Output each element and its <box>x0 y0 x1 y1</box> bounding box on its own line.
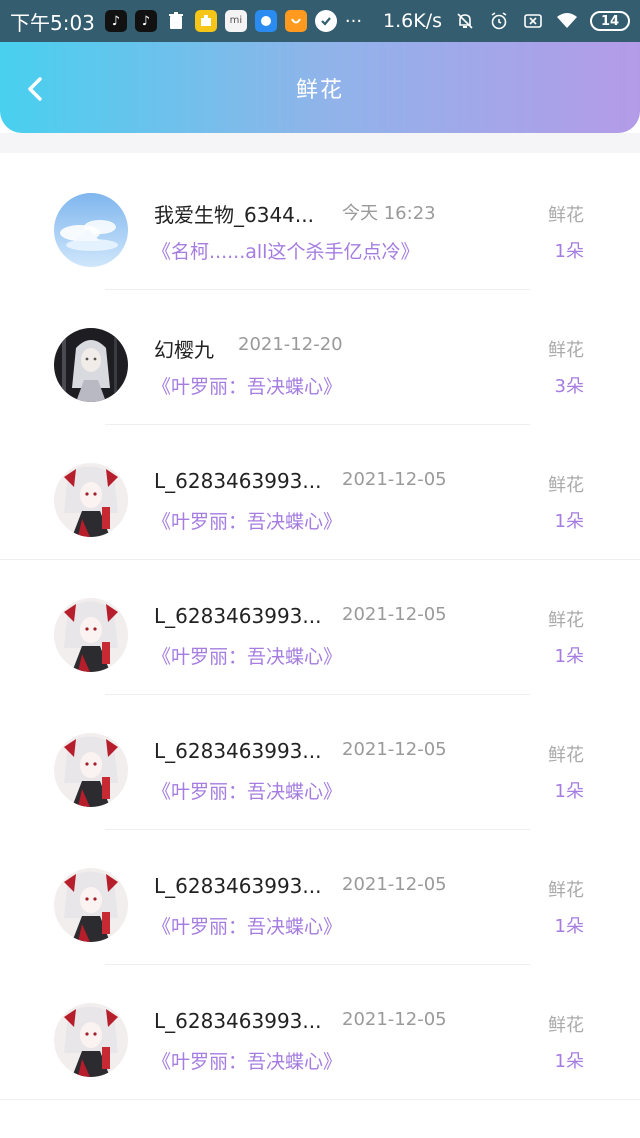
record-date: 2021-12-20 <box>238 334 343 355</box>
mi-app-icon: mi <box>224 10 247 32</box>
record-date: 2021-12-05 <box>342 874 447 895</box>
avatar[interactable] <box>54 463 128 537</box>
alarm-icon <box>488 10 510 32</box>
avatar[interactable] <box>54 733 128 807</box>
avatar[interactable] <box>54 328 128 402</box>
gift-count: 1朵 <box>554 241 584 262</box>
screen: 下午5:03 ♪ ♪ mi ··· 1.6K/s 14 鲜花 我爱生物_6344… <box>0 0 640 1138</box>
tiktok-icon: ♪ <box>134 10 157 32</box>
book-title-link[interactable]: 《叶罗丽：吾决蝶心》 <box>152 1047 342 1074</box>
avatar[interactable] <box>54 598 128 672</box>
gift-count: 1朵 <box>554 781 584 802</box>
user-name[interactable]: L_6283463993... <box>154 604 321 628</box>
net-speed: 1.6K/s <box>383 10 442 32</box>
book-title-link[interactable]: 《叶罗丽：吾决蝶心》 <box>152 507 342 534</box>
mute-bell-icon <box>454 10 476 32</box>
battery-level: 14 <box>600 13 620 29</box>
book-title-link[interactable]: 《叶罗丽：吾决蝶心》 <box>152 642 342 669</box>
gift-count: 3朵 <box>554 376 584 397</box>
list-item[interactable]: 我爱生物_6344... 今天 16:23 《名柯......all这个杀手亿点冷》… <box>0 155 640 290</box>
status-bar: 下午5:03 ♪ ♪ mi ··· 1.6K/s 14 <box>0 0 640 42</box>
wifi-icon <box>556 10 578 32</box>
battery-indicator: 14 <box>590 11 630 31</box>
orange-app-icon <box>284 10 307 32</box>
chevron-left-icon <box>28 77 42 101</box>
nav-bar: 鲜花 <box>0 42 640 133</box>
gift-count: 1朵 <box>554 511 584 532</box>
user-name[interactable]: L_6283463993... <box>154 1009 321 1033</box>
book-title-link[interactable]: 《叶罗丽：吾决蝶心》 <box>152 777 342 804</box>
tiktok-icon: ♪ <box>104 10 127 32</box>
blue-app-icon <box>254 10 277 32</box>
gift-type-label: 鲜花 <box>548 475 584 496</box>
user-name[interactable]: L_6283463993... <box>154 739 321 763</box>
record-date: 2021-12-05 <box>342 1009 447 1030</box>
gift-type-label: 鲜花 <box>548 610 584 631</box>
record-date: 今天 16:23 <box>342 203 436 224</box>
user-name[interactable]: 幻樱九 <box>154 334 214 363</box>
user-name[interactable]: 我爱生物_6344... <box>154 199 314 228</box>
book-title-link[interactable]: 《叶罗丽：吾决蝶心》 <box>152 372 342 399</box>
list-item[interactable]: L_6283463993... 2021-12-05 《叶罗丽：吾决蝶心》 鲜花 1朵 <box>0 425 640 560</box>
no-sim-icon <box>522 10 544 32</box>
record-date: 2021-12-05 <box>342 604 447 625</box>
gift-type-label: 鲜花 <box>548 745 584 766</box>
avatar[interactable] <box>54 868 128 942</box>
list-item[interactable]: 幻樱九 2021-12-20 《叶罗丽：吾决蝶心》 鲜花 3朵 <box>0 290 640 425</box>
gift-count: 1朵 <box>554 646 584 667</box>
status-app-icons: ♪ ♪ mi ··· <box>104 10 363 32</box>
trash-icon <box>165 10 187 32</box>
status-right: 1.6K/s 14 <box>383 10 630 32</box>
header: 下午5:03 ♪ ♪ mi ··· 1.6K/s 14 鲜花 <box>0 0 640 133</box>
list-item[interactable]: L_6283463993... 2021-12-05 《叶罗丽：吾决蝶心》 鲜花 1朵 <box>0 695 640 830</box>
gift-type-label: 鲜花 <box>548 1015 584 1036</box>
back-button[interactable] <box>18 72 52 106</box>
check-circle-icon <box>314 10 337 32</box>
list-item[interactable]: L_6283463993... 2021-12-05 《叶罗丽：吾决蝶心》 鲜花 1朵 <box>0 965 640 1100</box>
status-time: 下午5:03 <box>10 10 95 35</box>
gift-count: 1朵 <box>554 916 584 937</box>
row-divider <box>0 1099 640 1100</box>
yellow-app-icon <box>194 10 217 32</box>
book-title-link[interactable]: 《叶罗丽：吾决蝶心》 <box>152 912 342 939</box>
page-title: 鲜花 <box>295 77 344 103</box>
avatar[interactable] <box>54 193 128 267</box>
gift-type-label: 鲜花 <box>548 340 584 361</box>
book-title-link[interactable]: 《名柯......all这个杀手亿点冷》 <box>152 237 419 264</box>
flower-record-list: 我爱生物_6344... 今天 16:23 《名柯......all这个杀手亿点冷》… <box>0 155 640 1100</box>
avatar[interactable] <box>54 1003 128 1077</box>
record-date: 2021-12-05 <box>342 469 447 490</box>
list-item[interactable]: L_6283463993... 2021-12-05 《叶罗丽：吾决蝶心》 鲜花 1朵 <box>0 830 640 965</box>
more-notifications-icon: ··· <box>344 10 363 32</box>
gift-type-label: 鲜花 <box>548 880 584 901</box>
record-date: 2021-12-05 <box>342 739 447 760</box>
gift-count: 1朵 <box>554 1051 584 1072</box>
gift-type-label: 鲜花 <box>548 205 584 226</box>
list-item[interactable]: L_6283463993... 2021-12-05 《叶罗丽：吾决蝶心》 鲜花 1朵 <box>0 560 640 695</box>
user-name[interactable]: L_6283463993... <box>154 874 321 898</box>
user-name[interactable]: L_6283463993... <box>154 469 321 493</box>
section-gap <box>0 133 640 153</box>
